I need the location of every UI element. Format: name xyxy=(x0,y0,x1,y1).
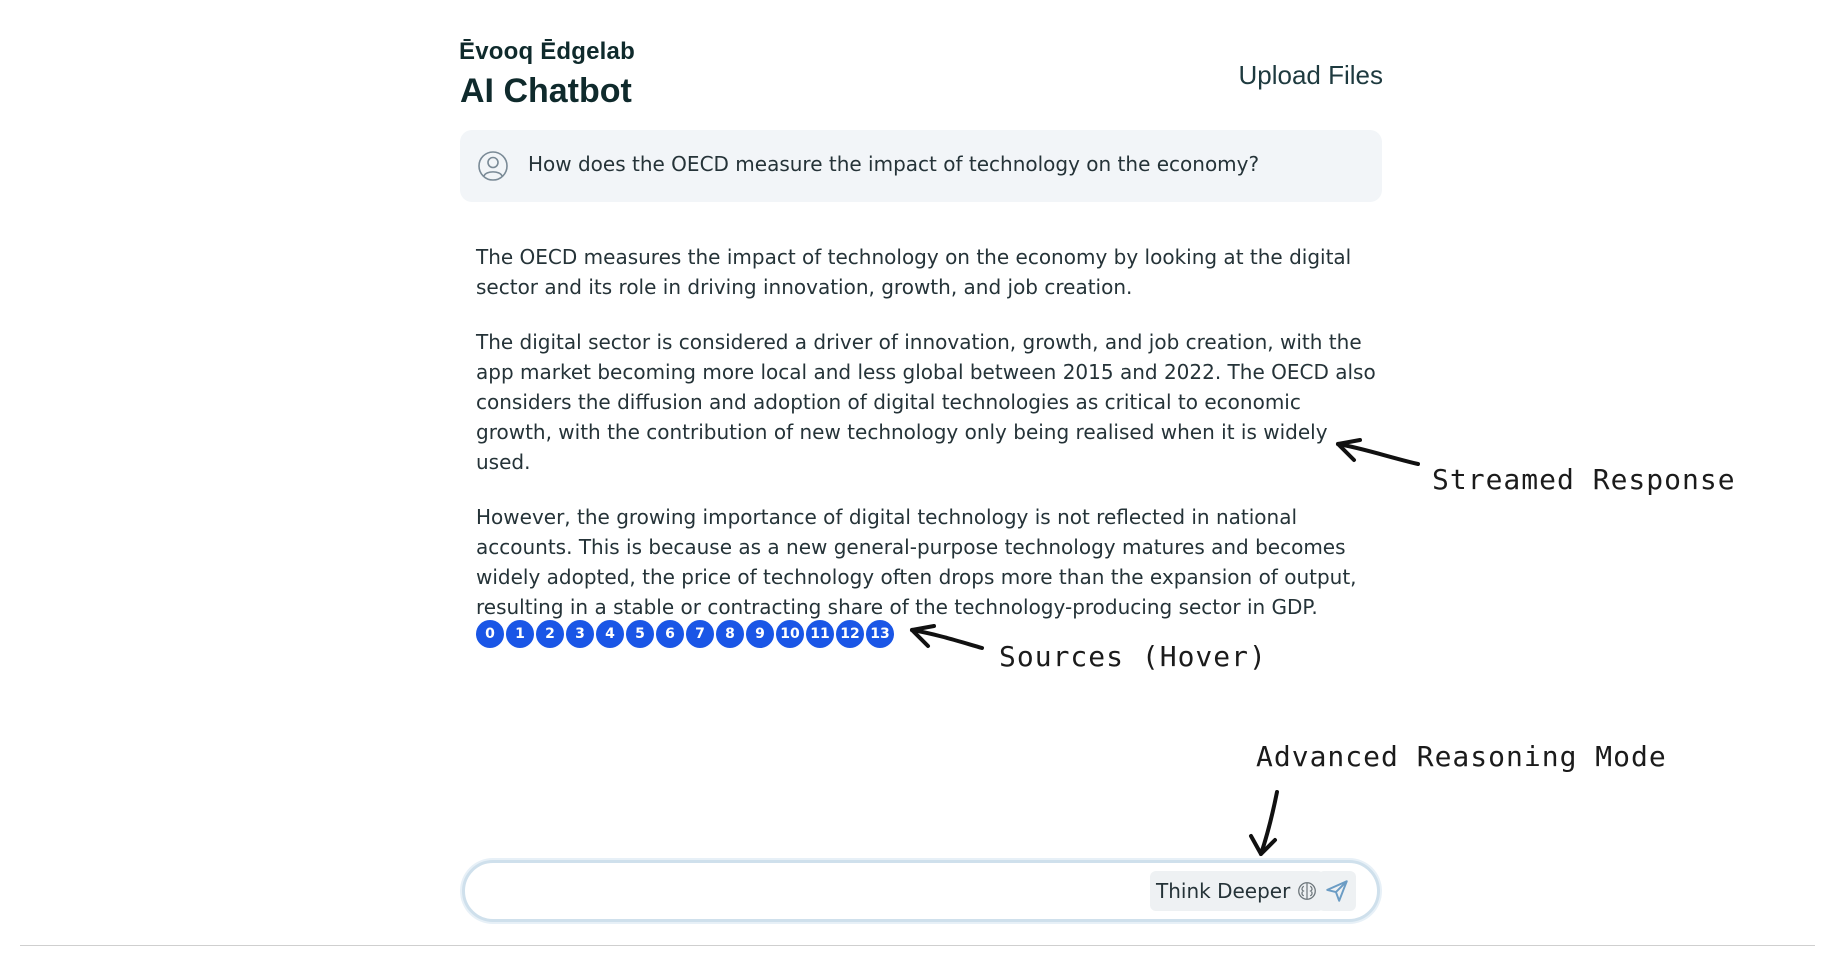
sources-list: 0 1 2 3 4 5 6 7 8 9 10 11 12 13 xyxy=(475,619,895,649)
page-title: AI Chatbot xyxy=(460,72,632,110)
streamed-response-arrow-icon xyxy=(1336,438,1420,466)
answer-paragraph: However, the growing importance of digit… xyxy=(476,505,1357,619)
upload-files-link[interactable]: Upload Files xyxy=(1238,60,1383,91)
sources-annotation: Sources (Hover) xyxy=(999,640,1267,673)
brain-icon xyxy=(1298,882,1317,900)
advanced-reasoning-arrow-icon xyxy=(1249,790,1279,856)
answer-paragraph: The OECD measures the impact of technolo… xyxy=(476,245,1352,299)
source-badge[interactable]: 7 xyxy=(685,619,715,649)
answer-paragraph: The digital sector is considered a drive… xyxy=(476,330,1376,474)
user-circle-icon xyxy=(478,151,508,181)
streamed-response-annotation: Streamed Response xyxy=(1432,463,1736,496)
message-input[interactable] xyxy=(487,873,1191,911)
source-badge[interactable]: 6 xyxy=(655,619,685,649)
source-badge[interactable]: 13 xyxy=(865,619,895,649)
think-deeper-label: Think Deeper xyxy=(1156,879,1291,903)
sources-arrow-icon xyxy=(910,624,984,650)
advanced-reasoning-annotation: Advanced Reasoning Mode xyxy=(1256,740,1667,773)
source-badge[interactable]: 12 xyxy=(835,619,865,649)
think-deeper-button[interactable]: Think Deeper xyxy=(1150,871,1325,911)
send-icon xyxy=(1326,880,1348,902)
source-badge[interactable]: 1 xyxy=(505,619,535,649)
user-question-bubble: How does the OECD measure the impact of … xyxy=(460,130,1382,202)
source-badge[interactable]: 4 xyxy=(595,619,625,649)
source-badge[interactable]: 2 xyxy=(535,619,565,649)
chat-input-bar: Think Deeper xyxy=(462,860,1380,922)
source-badge[interactable]: 9 xyxy=(745,619,775,649)
send-button[interactable] xyxy=(1318,871,1356,911)
page: Ēvooq Ēdgelab AI Chatbot Upload Files Ho… xyxy=(0,0,1830,960)
question-text: How does the OECD measure the impact of … xyxy=(528,152,1260,176)
source-badge[interactable]: 3 xyxy=(565,619,595,649)
source-badge[interactable]: 8 xyxy=(715,619,745,649)
source-badge[interactable]: 0 xyxy=(475,619,505,649)
brand-logo: Ēvooq Ēdgelab xyxy=(459,38,635,65)
bottom-divider xyxy=(20,945,1815,946)
source-badge[interactable]: 10 xyxy=(775,619,805,649)
assistant-answer: The OECD measures the impact of technolo… xyxy=(476,242,1376,647)
source-badge[interactable]: 11 xyxy=(805,619,835,649)
source-badge[interactable]: 5 xyxy=(625,619,655,649)
